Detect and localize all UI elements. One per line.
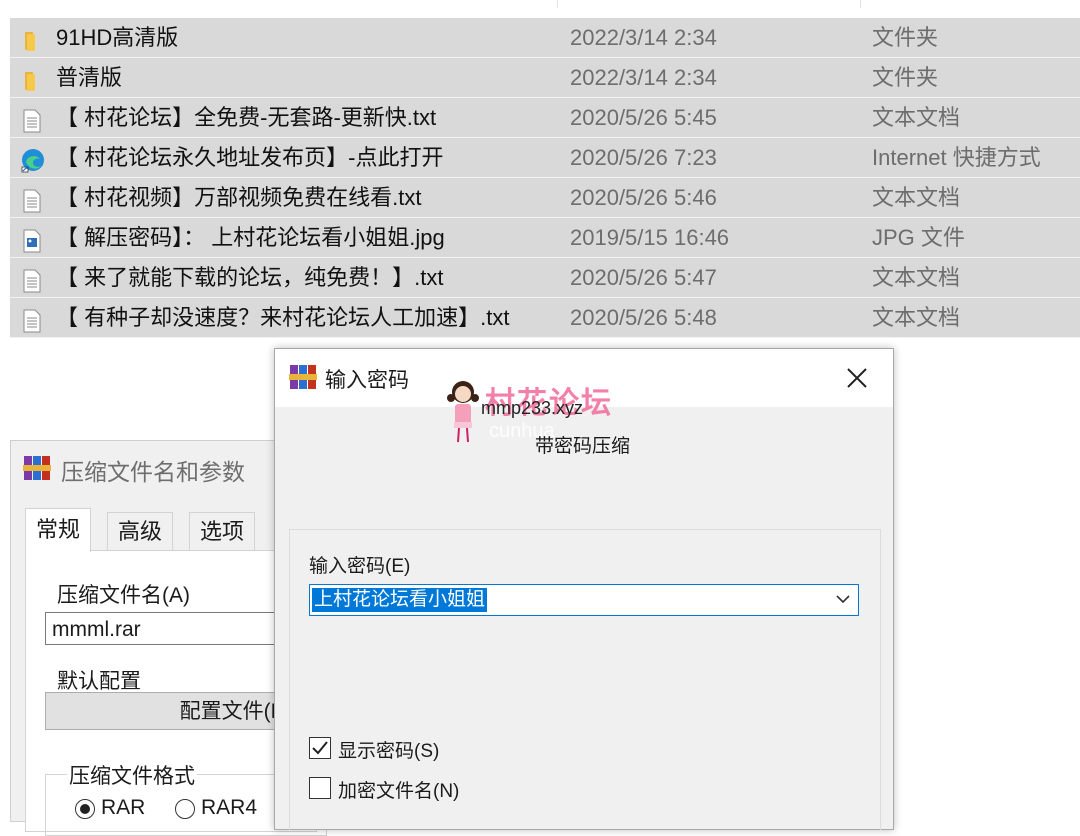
archive-name-input[interactable]: mmml.rar bbox=[45, 612, 305, 645]
text-file-icon bbox=[20, 186, 44, 213]
file-name: 【 村花论坛】全免费-无套路-更新快.txt bbox=[56, 105, 437, 130]
file-row[interactable]: 【 村花论坛】全免费-无套路-更新快.txt 2020/5/26 5:45 文本文档 bbox=[10, 98, 1080, 138]
radio-rar[interactable] bbox=[75, 799, 95, 819]
file-date-modified: 2022/3/14 2:34 bbox=[570, 65, 717, 90]
password-dialog-title: 输入密码 bbox=[325, 369, 409, 392]
file-date-modified: 2022/3/14 2:34 bbox=[570, 25, 717, 50]
text-file-icon bbox=[20, 266, 44, 293]
column-header-separators bbox=[10, 0, 1080, 10]
password-input-text[interactable]: 上村花论坛看小姐姐 bbox=[312, 588, 488, 612]
file-name: 【 村花视频】万部视频免费在线看.txt bbox=[56, 185, 422, 210]
text-file-icon bbox=[20, 306, 44, 333]
file-row[interactable]: 【 解压密码】： 上村花论坛看小姐姐.jpg 2019/5/15 16:46 JPG… bbox=[10, 218, 1080, 258]
file-date-modified: 2020/5/26 5:46 bbox=[570, 185, 717, 210]
encrypt-file-names-label: 加密文件名(N) bbox=[338, 781, 460, 802]
radio-rar-label: RAR bbox=[101, 796, 146, 819]
text-file-icon bbox=[20, 106, 44, 133]
password-dialog-subtitle: 带密码压缩 bbox=[535, 436, 631, 457]
watermark-url: mmp233.xyz bbox=[481, 398, 584, 418]
file-type: 文件夹 bbox=[872, 65, 939, 90]
file-row[interactable]: 91HD高清版 2022/3/14 2:34 文件夹 bbox=[10, 18, 1080, 58]
folder-icon bbox=[20, 66, 44, 91]
file-name: 【 来了就能下载的论坛，纯免费！】.txt bbox=[56, 265, 444, 290]
file-date-modified: 2020/5/26 7:23 bbox=[570, 145, 717, 170]
chevron-down-icon[interactable] bbox=[836, 595, 850, 604]
file-row[interactable]: 【 村花论坛永久地址发布页】-点此打开 2020/5/26 7:23 Interne… bbox=[10, 138, 1080, 178]
file-date-modified: 2020/5/26 5:48 bbox=[570, 305, 717, 330]
file-type: 文本文档 bbox=[872, 105, 961, 130]
winrar-icon bbox=[23, 456, 51, 480]
image-file-icon bbox=[20, 226, 44, 253]
winrar-icon bbox=[289, 365, 317, 389]
file-type: 文本文档 bbox=[872, 185, 961, 210]
girl-mascot-icon bbox=[447, 381, 479, 443]
file-date-modified: 2019/5/15 16:46 bbox=[570, 225, 730, 250]
file-row[interactable]: 【 有种子却没速度？来村花论坛人工加速】.txt 2020/5/26 5:48 文本… bbox=[10, 298, 1080, 338]
file-name: 普清版 bbox=[56, 65, 123, 90]
default-profile-label: 默认配置 bbox=[57, 670, 141, 693]
radio-rar4[interactable] bbox=[175, 799, 195, 819]
show-password-label: 显示密码(S) bbox=[338, 741, 440, 762]
radio-rar4-label: RAR4 bbox=[201, 796, 258, 819]
password-label: 输入密码(E) bbox=[309, 556, 411, 577]
file-type: JPG 文件 bbox=[872, 225, 965, 250]
file-name: 【 解压密码】： 上村花论坛看小姐姐.jpg bbox=[56, 225, 445, 250]
checkmark-icon bbox=[312, 741, 328, 755]
archive-format-label: 压缩文件格式 bbox=[67, 760, 197, 790]
file-type: 文本文档 bbox=[872, 305, 961, 330]
file-name: 【 村花论坛永久地址发布页】-点此打开 bbox=[56, 145, 444, 170]
archive-name-label: 压缩文件名(A) bbox=[57, 584, 190, 607]
tab-advanced[interactable]: 高级 bbox=[107, 512, 174, 551]
file-name: 【 有种子却没速度？来村花论坛人工加速】.txt bbox=[56, 305, 510, 330]
enter-password-dialog: 输入密码 村花论坛 mmp233.xyz cunhua 带密码压缩 输入密码(E… bbox=[274, 348, 894, 830]
file-date-modified: 2020/5/26 5:45 bbox=[570, 105, 717, 130]
encrypt-file-names-checkbox[interactable] bbox=[309, 777, 331, 799]
file-type: 文本文档 bbox=[872, 265, 961, 290]
file-date-modified: 2020/5/26 5:47 bbox=[570, 265, 717, 290]
file-name: 91HD高清版 bbox=[56, 25, 179, 50]
file-row[interactable]: 普清版 2022/3/14 2:34 文件夹 bbox=[10, 58, 1080, 98]
file-row[interactable]: 【 来了就能下载的论坛，纯免费！】.txt 2020/5/26 5:47 文本文档 bbox=[10, 258, 1080, 298]
tab-options[interactable]: 选项 bbox=[189, 512, 256, 551]
edge-shortcut-icon bbox=[20, 146, 44, 173]
archive-parameters-dialog: 压缩文件名和参数 常规 高级 选项 压缩文件名(A) mmml.rar 默认配置… bbox=[10, 440, 327, 836]
tab-general[interactable]: 常规 bbox=[25, 508, 92, 552]
close-icon[interactable] bbox=[841, 362, 873, 394]
show-password-checkbox[interactable] bbox=[309, 737, 331, 759]
file-type: 文件夹 bbox=[872, 25, 939, 50]
file-row[interactable]: 【 村花视频】万部视频免费在线看.txt 2020/5/26 5:46 文本文档 bbox=[10, 178, 1080, 218]
archive-dialog-title: 压缩文件名和参数 bbox=[61, 459, 245, 485]
file-type: Internet 快捷方式 bbox=[872, 145, 1041, 170]
password-combobox[interactable]: 上村花论坛看小姐姐 bbox=[309, 584, 859, 616]
file-list: 91HD高清版 2022/3/14 2:34 文件夹 普清版 2022/3/14 2:3… bbox=[10, 0, 1080, 340]
folder-icon bbox=[20, 26, 44, 51]
